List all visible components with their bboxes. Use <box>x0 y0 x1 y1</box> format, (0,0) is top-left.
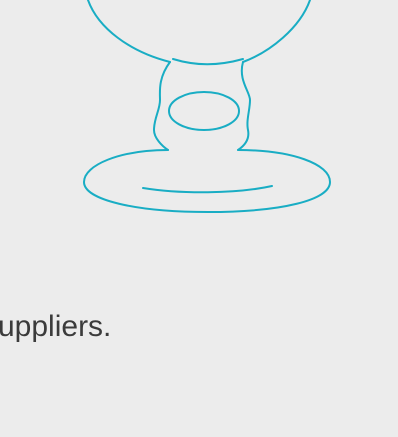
goblet-base-line <box>142 185 273 194</box>
page-canvas: uppliers. <box>0 0 398 437</box>
goblet-knob <box>168 91 240 131</box>
caption-text: uppliers. <box>0 310 112 343</box>
goblet-stem <box>153 58 251 151</box>
goblet-bowl <box>87 0 311 63</box>
goblet-icon <box>83 0 331 213</box>
goblet-base <box>83 149 331 213</box>
